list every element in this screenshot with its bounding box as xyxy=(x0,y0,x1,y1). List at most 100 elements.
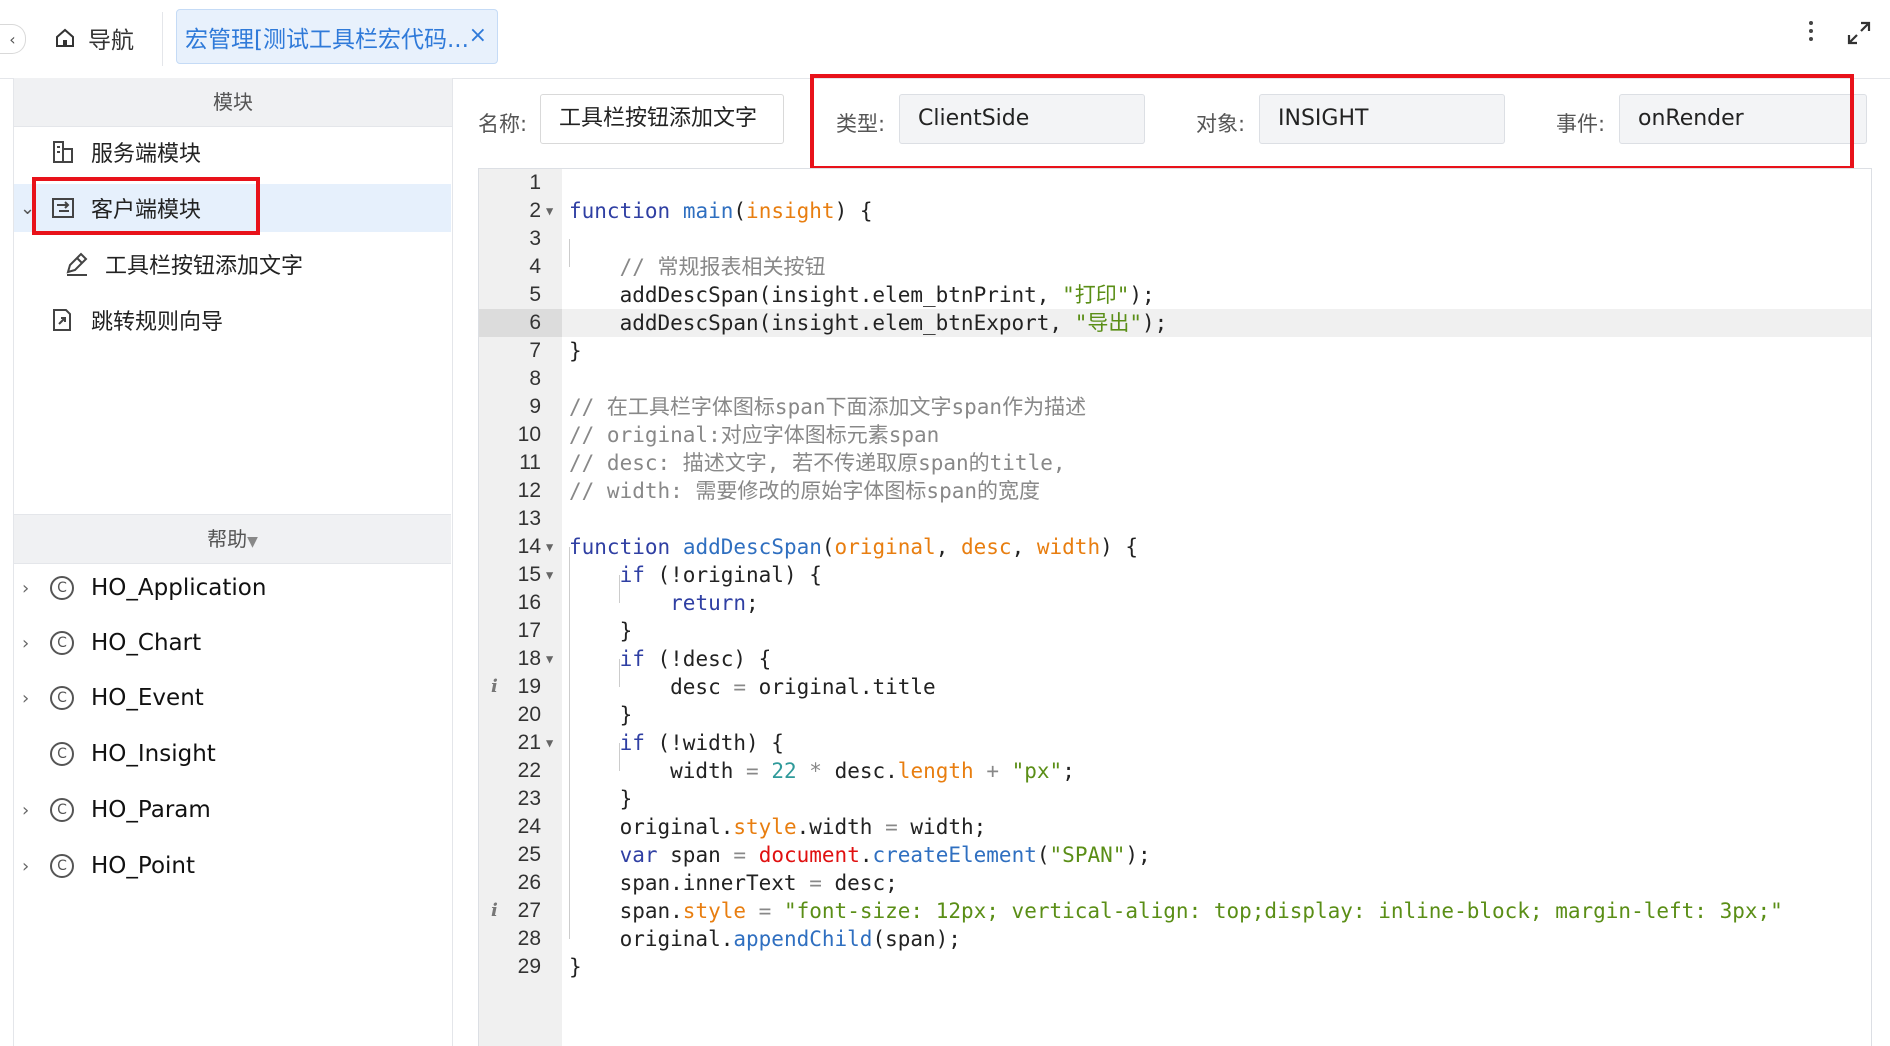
edit-script-icon xyxy=(64,251,90,277)
tab-macro-management-label: 宏管理[测试工具栏宏代码... xyxy=(185,26,469,53)
line-number: 9 xyxy=(529,395,541,418)
line-number: 27 xyxy=(517,899,541,922)
chevron-right-icon[interactable]: › xyxy=(22,578,29,599)
fold-icon[interactable]: ▼ xyxy=(546,561,553,589)
line-number: 11 xyxy=(519,451,541,474)
chevron-right-icon[interactable]: › xyxy=(22,856,29,877)
line-number: 26 xyxy=(517,871,541,894)
chevron-right-icon[interactable]: › xyxy=(22,633,29,654)
tab-bar: ‹ 导航 宏管理[测试工具栏宏代码... × xyxy=(0,0,1890,79)
class-icon: C xyxy=(50,576,74,600)
line-number: 19 xyxy=(517,675,541,698)
code-line: 16 return; xyxy=(479,589,1871,617)
jump-rule-icon xyxy=(50,307,76,333)
server-module-icon xyxy=(50,139,76,165)
tree-item-label: 跳转规则向导 xyxy=(91,310,224,335)
help-header[interactable]: 帮助▼ xyxy=(14,514,451,564)
line-number: 1 xyxy=(529,171,541,194)
class-icon: C xyxy=(50,798,74,822)
class-icon: C xyxy=(50,631,74,655)
highlight-box-properties xyxy=(810,74,1854,170)
tree-item-label: 服务端模块 xyxy=(91,142,202,167)
help-item-label: HO_Application xyxy=(91,575,267,601)
code-line-active: 6 addDescSpan(insight.elem_btnExport, "导… xyxy=(479,309,1871,337)
line-number: 29 xyxy=(517,955,541,978)
code-line: 12// width: 需要修改的原始字体图标span的宽度 xyxy=(479,477,1871,505)
fold-icon[interactable]: ▼ xyxy=(546,729,553,757)
code-editor[interactable]: 1 2 ▼ function main(insight) { 3 4 // 常规报表… xyxy=(478,168,1872,1046)
code-line: 22 width = 22 * desc.length + "px"; xyxy=(479,757,1871,785)
code-line: 25 var span = document.createElement("SP… xyxy=(479,841,1871,869)
code-line: 28 original.appendChild(span); xyxy=(479,925,1871,953)
code-line: 15 ▼ if (!original) { xyxy=(479,561,1871,589)
help-item-label: HO_Insight xyxy=(91,741,216,767)
code-line: 1 xyxy=(479,169,1871,197)
fold-icon[interactable]: ▼ xyxy=(546,197,553,225)
code-line: 4 // 常规报表相关按钮 xyxy=(479,253,1871,281)
help-header-label: 帮助 xyxy=(207,527,248,551)
line-number: 12 xyxy=(517,479,541,502)
code-line: i 19 desc = original.title xyxy=(479,673,1871,701)
name-input[interactable]: 工具栏按钮添加文字 xyxy=(540,94,784,144)
help-item-label: HO_Param xyxy=(91,797,211,823)
tree-item-toolbar-script[interactable]: 工具栏按钮添加文字 xyxy=(14,240,451,288)
line-number: 5 xyxy=(529,283,541,306)
line-number: 7 xyxy=(529,339,541,362)
fold-icon[interactable]: ▼ xyxy=(546,533,553,561)
code-line: 8 xyxy=(479,365,1871,393)
code-line: i 27 span.style = "font-size: 12px; verti… xyxy=(479,897,1871,925)
line-number: 13 xyxy=(517,507,541,530)
help-item-ho-event[interactable]: › C HO_Event xyxy=(14,674,451,722)
home-icon xyxy=(56,28,74,47)
line-number: 15 xyxy=(517,563,541,586)
modules-header: 模块 xyxy=(14,78,452,127)
class-icon: C xyxy=(50,854,74,878)
code-line: 14 ▼ function addDescSpan(original, desc, … xyxy=(479,533,1871,561)
chevron-right-icon[interactable]: › xyxy=(22,688,29,709)
code-line: 18 ▼ if (!desc) { xyxy=(479,645,1871,673)
line-number: 4 xyxy=(529,255,541,278)
help-item-label: HO_Event xyxy=(91,685,204,711)
tree-item-server-module[interactable]: 服务端模块 xyxy=(14,128,451,176)
help-item-ho-chart[interactable]: › C HO_Chart xyxy=(14,619,451,667)
line-number: 8 xyxy=(529,367,541,390)
name-label: 名称: xyxy=(478,112,528,136)
help-item-ho-insight[interactable]: C HO_Insight xyxy=(14,730,451,778)
help-item-ho-param[interactable]: › C HO_Param xyxy=(14,786,451,834)
chevron-right-icon[interactable]: › xyxy=(22,800,29,821)
code-line: 24 original.style.width = width; xyxy=(479,813,1871,841)
code-line: 7} xyxy=(479,337,1871,365)
line-number: 17 xyxy=(517,619,541,642)
tab-navigation-label: 导航 xyxy=(88,28,134,54)
code-line: 2 ▼ function main(insight) { xyxy=(479,197,1871,225)
fold-icon[interactable]: ▼ xyxy=(546,645,553,673)
tree-item-jump-rule[interactable]: 跳转规则向导 xyxy=(14,296,451,344)
code-line: 13 xyxy=(479,505,1871,533)
tree-item-label: 工具栏按钮添加文字 xyxy=(105,254,304,279)
line-number: 22 xyxy=(517,759,541,782)
code-line: 26 span.innerText = desc; xyxy=(479,869,1871,897)
line-number: 28 xyxy=(517,927,541,950)
code-line: 29} xyxy=(479,953,1871,981)
tab-divider xyxy=(162,12,163,66)
code-line: 23 } xyxy=(479,785,1871,813)
more-vertical-icon[interactable] xyxy=(1806,17,1816,51)
tab-macro-management[interactable]: 宏管理[测试工具栏宏代码... × xyxy=(176,9,498,64)
help-item-ho-application[interactable]: › C HO_Application xyxy=(14,564,451,612)
line-number: 24 xyxy=(517,815,541,838)
help-item-ho-point[interactable]: › C HO_Point xyxy=(14,842,451,890)
code-line: 11// desc: 描述文字, 若不传递取原span的title, xyxy=(479,449,1871,477)
collapse-sidebar-button[interactable]: ‹ xyxy=(0,24,26,54)
highlight-box-client-module xyxy=(32,177,260,235)
line-number: 3 xyxy=(529,227,541,250)
code-line: 21 ▼ if (!width) { xyxy=(479,729,1871,757)
line-number: 16 xyxy=(517,591,541,614)
line-number: 6 xyxy=(529,311,541,334)
line-number: 18 xyxy=(517,647,541,670)
caret-down-icon: ▼ xyxy=(247,534,258,550)
tab-navigation[interactable]: 导航 xyxy=(54,18,134,58)
line-number: 14 xyxy=(517,535,541,558)
fullscreen-icon[interactable] xyxy=(1846,20,1872,46)
class-icon: C xyxy=(50,742,74,766)
close-icon[interactable]: × xyxy=(469,24,487,48)
